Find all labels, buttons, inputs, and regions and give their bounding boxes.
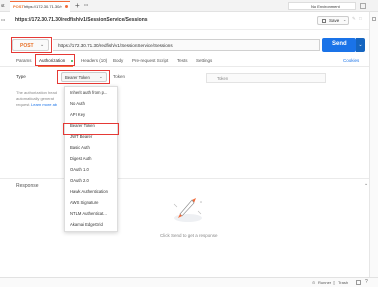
collapse-chevron-icon[interactable]: ⌄ — [364, 181, 368, 187]
authorization-highlight — [35, 54, 75, 66]
dropdown-item-no-auth[interactable]: No Auth — [70, 99, 85, 109]
token-input[interactable]: Token — [206, 73, 326, 83]
tab-url: https://172.30.71.30/r — [24, 4, 62, 9]
dropdown-item-oauth-1[interactable]: OAuth 1.0 — [70, 165, 89, 175]
active-tab-underline — [38, 66, 73, 67]
two-pane-icon[interactable] — [356, 280, 361, 285]
save-icon — [322, 19, 326, 23]
auth-description-line-3: request. — [16, 102, 31, 107]
auth-type-dropdown: Inherit auth from p... No Auth API Key B… — [64, 86, 118, 232]
tabs-more-button[interactable]: ••• — [84, 2, 88, 7]
tab-bar: st POST https://172.30.71.30/r + ••• No … — [0, 0, 378, 12]
status-bar: ⊙ Runner ▯ Trash ? — [0, 277, 378, 287]
learn-more-link[interactable]: Learn more ab — [31, 102, 57, 107]
tab-fragment: st — [1, 3, 5, 8]
save-dropdown-icon[interactable]: ⌄ — [343, 17, 346, 22]
type-label: Type — [16, 74, 26, 79]
dropdown-item-ntlm[interactable]: NTLM Authenticat... — [70, 209, 107, 219]
bearer-token-highlight — [63, 123, 119, 135]
send-options-chevron-icon[interactable]: ⌄ — [356, 38, 365, 52]
unsaved-dot-icon — [65, 5, 68, 8]
request-title[interactable]: https://172.30.71.30/redfish/v1/SessionS… — [15, 17, 148, 23]
tab-method: POST — [13, 4, 24, 9]
dropdown-item-digest-auth[interactable]: Digest Auth — [70, 154, 91, 164]
url-value: https://172.30.71.30/redfish/v1/SessionS… — [58, 43, 173, 48]
request-tab[interactable]: POST https://172.30.71.30/r — [10, 1, 70, 12]
dropdown-item-aws-signature[interactable]: AWS Signature — [70, 198, 98, 208]
help-icon[interactable]: ? — [365, 279, 368, 285]
auth-description-line-1: The authorization head — [16, 90, 57, 95]
comment-icon[interactable]: □ — [359, 16, 362, 21]
save-button[interactable]: Save ⌄ — [317, 16, 349, 25]
trash-icon[interactable]: ▯ — [333, 280, 335, 285]
tab-tests[interactable]: Tests — [177, 58, 188, 63]
title-prefix: ••• — [1, 17, 6, 22]
send-button[interactable]: Send — [322, 38, 356, 52]
tab-pre-request-script[interactable]: Pre-request Script — [132, 58, 168, 63]
tab-body[interactable]: Body — [113, 58, 123, 63]
tab-headers[interactable]: Headers (10) — [81, 58, 107, 63]
token-placeholder: Token — [217, 76, 229, 81]
response-label: Response — [16, 183, 39, 189]
environment-quick-look-icon[interactable] — [360, 3, 366, 9]
request-title-row: ••• https://172.30.71.30/redfish/v1/Sess… — [0, 12, 378, 30]
new-tab-button[interactable]: + — [75, 1, 80, 10]
save-label: Save — [329, 18, 340, 23]
tab-params[interactable]: Params — [16, 58, 32, 63]
auth-description-line-2: automatically generat — [16, 96, 55, 101]
documentation-icon[interactable] — [372, 17, 376, 21]
url-input[interactable]: https://172.30.71.30/redfish/v1/SessionS… — [53, 39, 320, 51]
trash-button[interactable]: Trash — [338, 280, 348, 285]
dropdown-item-hawk[interactable]: Hawk Authentication — [70, 187, 108, 197]
runner-icon[interactable]: ⊙ — [312, 280, 315, 285]
runner-button[interactable]: Runner — [318, 280, 331, 285]
response-empty-text: Click Send to get a response — [160, 233, 218, 238]
dropdown-item-akamai[interactable]: Akamai EdgeGrid — [70, 220, 103, 230]
edit-icon[interactable]: ✎ — [352, 16, 356, 22]
method-highlight — [11, 37, 52, 53]
response-header: Response ⌄ — [0, 178, 378, 190]
send-label: Send — [332, 41, 347, 47]
tab-settings[interactable]: Settings — [196, 58, 212, 63]
environment-select[interactable]: No Environment — [288, 2, 356, 10]
dropdown-item-oauth-2[interactable]: OAuth 2.0 — [70, 176, 89, 186]
right-sidebar — [369, 12, 378, 277]
cookies-link[interactable]: Cookies — [343, 58, 359, 63]
dropdown-item-api-key[interactable]: API Key — [70, 110, 85, 120]
dropdown-item-basic-auth[interactable]: Basic Auth — [70, 143, 90, 153]
dropdown-item-inherit[interactable]: Inherit auth from p... — [70, 88, 107, 98]
token-label: Token — [113, 74, 126, 79]
environment-label: No Environment — [311, 4, 340, 9]
auth-type-highlight — [57, 70, 110, 84]
rocket-illustration-icon — [173, 198, 202, 222]
